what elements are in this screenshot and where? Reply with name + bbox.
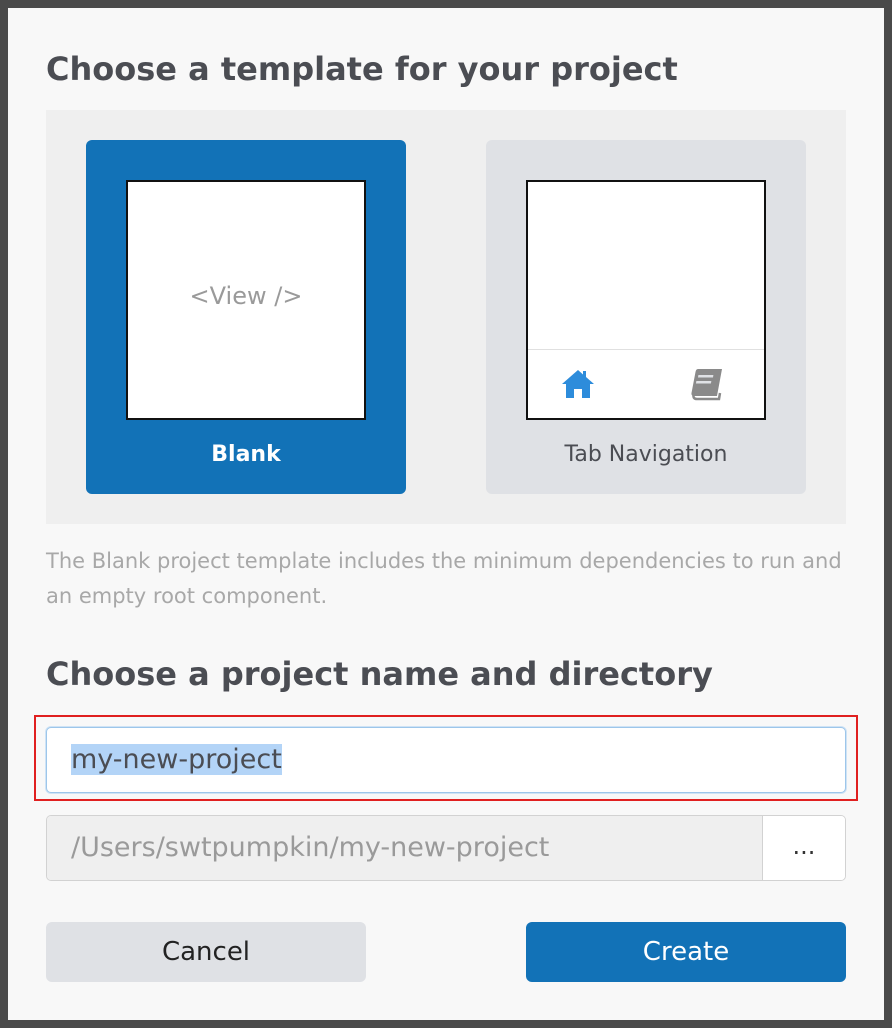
create-button[interactable]: Create [526, 922, 846, 982]
directory-field[interactable]: /Users/swtpumpkin/my-new-project [47, 816, 763, 880]
template-tab-navigation[interactable]: Tab Navigation [486, 140, 806, 494]
project-name-selection: my-new-project [71, 744, 282, 775]
browse-directory-button[interactable]: ... [762, 816, 845, 880]
template-blank[interactable]: <View /> Blank [86, 140, 406, 494]
template-description: The Blank project template includes the … [46, 549, 842, 608]
directory-row: /Users/swtpumpkin/my-new-project ... [46, 815, 846, 881]
project-name-input[interactable]: my-new-project [46, 727, 846, 793]
cancel-button[interactable]: Cancel [46, 922, 366, 982]
view-placeholder-text: <View /> [189, 282, 303, 310]
home-icon [562, 370, 594, 398]
template-tab-preview [526, 180, 766, 420]
template-tab-navigation-label: Tab Navigation [564, 442, 728, 467]
book-icon [691, 369, 722, 401]
project-name-heading: Choose a project name and directory [46, 655, 713, 693]
template-blank-label: Blank [211, 442, 281, 467]
create-project-dialog: Choose a template for your project <View… [8, 8, 884, 1020]
template-picker: <View /> Blank Tab Navigation [46, 110, 846, 524]
template-blank-preview: <View /> [126, 180, 366, 420]
preview-tab-bar [528, 349, 764, 418]
template-heading: Choose a template for your project [46, 50, 678, 88]
